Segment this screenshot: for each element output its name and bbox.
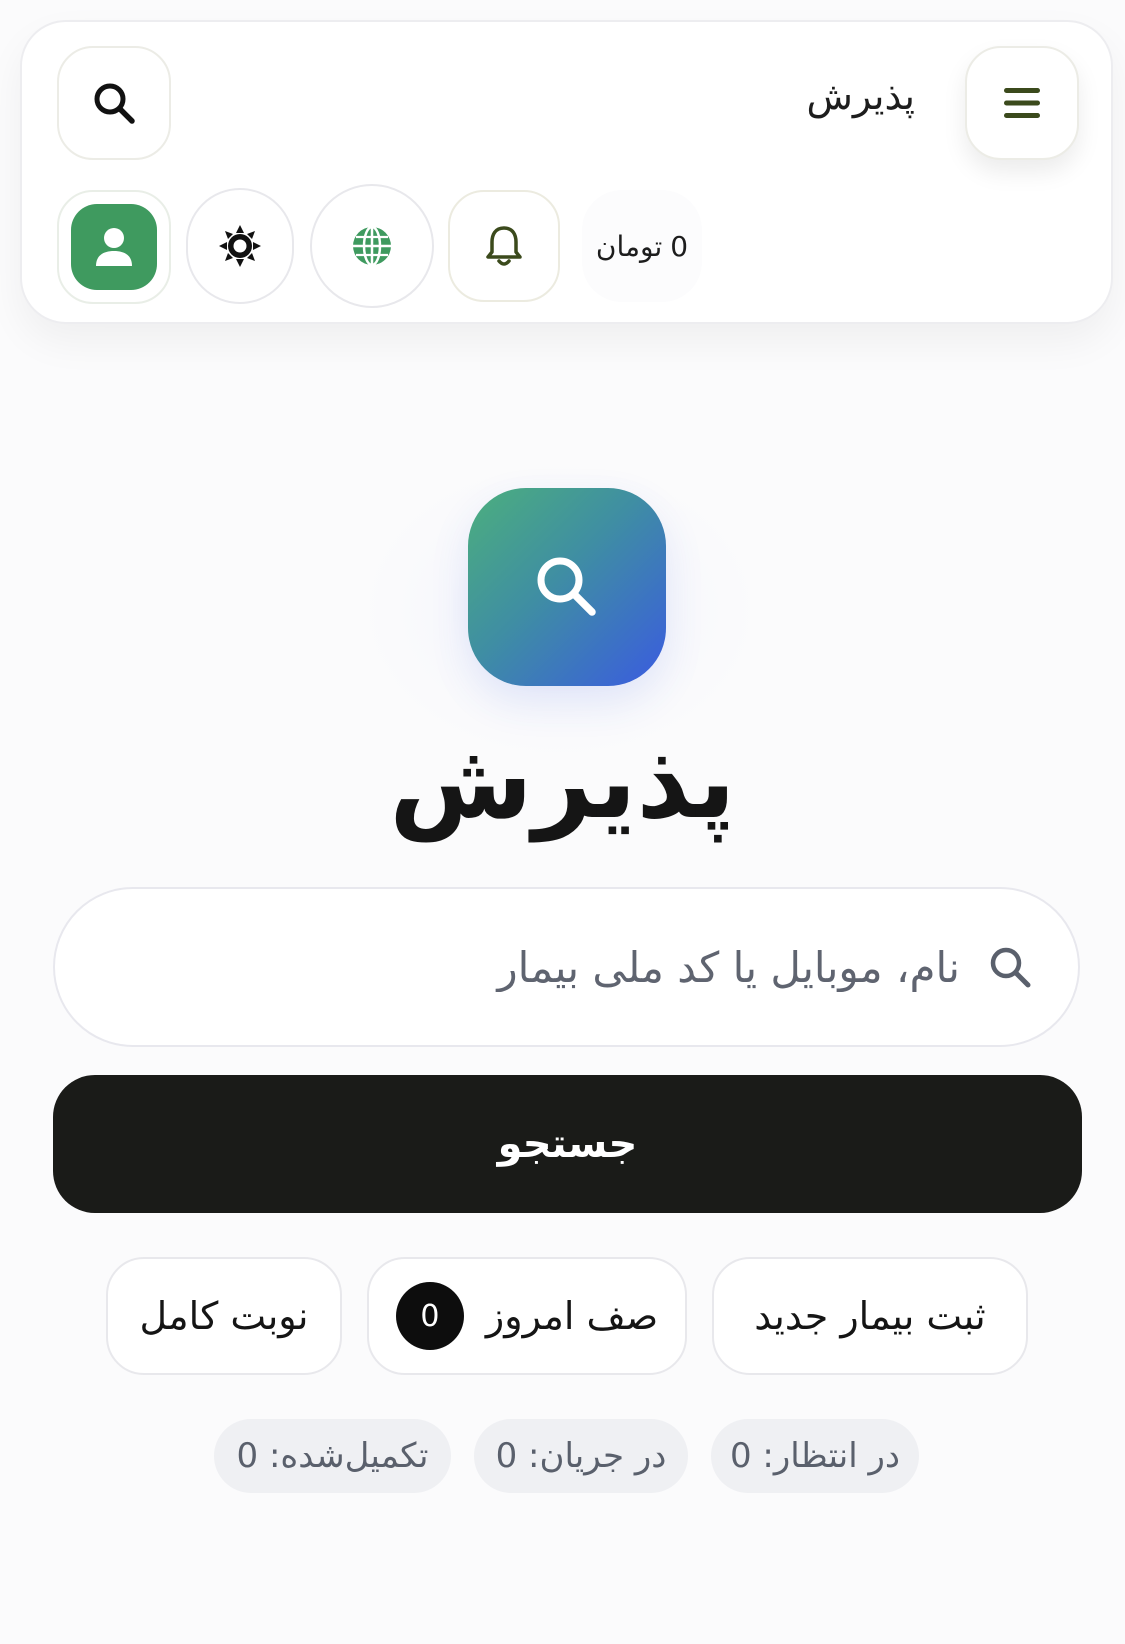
theme-toggle-button[interactable] bbox=[186, 188, 294, 304]
patient-search-input[interactable] bbox=[55, 942, 960, 992]
menu-button[interactable] bbox=[965, 46, 1079, 160]
hamburger-icon bbox=[1004, 88, 1040, 118]
avatar bbox=[71, 204, 157, 290]
search-button[interactable]: جستجو bbox=[53, 1075, 1082, 1213]
notifications-button[interactable] bbox=[448, 190, 560, 302]
language-button[interactable] bbox=[310, 184, 434, 308]
completed-count-chip: تکمیل‌شده: 0 bbox=[214, 1419, 451, 1493]
user-icon bbox=[96, 228, 132, 266]
hero-badge bbox=[468, 488, 666, 686]
wallet-balance[interactable]: 0 تومان bbox=[582, 190, 702, 302]
header-title: پذیرش bbox=[806, 74, 915, 118]
globe-icon bbox=[353, 225, 391, 267]
balance-currency: تومان bbox=[595, 229, 663, 263]
today-queue-label: صف امروز bbox=[485, 1294, 659, 1338]
full-appointment-button[interactable]: نوبت کامل bbox=[106, 1257, 342, 1375]
reception-page: پذیرش 0 تومان پذیرش نام، موبایل یا کد مل… bbox=[0, 0, 1125, 1644]
bell-icon bbox=[486, 226, 522, 266]
full-appointment-label: نوبت کامل bbox=[139, 1294, 309, 1338]
top-bar: پذیرش 0 تومان bbox=[20, 20, 1113, 324]
profile-button[interactable] bbox=[57, 190, 171, 304]
search-icon bbox=[537, 557, 596, 616]
search-icon bbox=[94, 83, 135, 124]
sun-icon bbox=[219, 225, 261, 267]
in-progress-count-chip: در جریان: 0 bbox=[474, 1419, 688, 1493]
search-icon bbox=[982, 939, 1038, 995]
today-queue-button[interactable]: صف امروز 0 bbox=[367, 1257, 687, 1375]
header-search-button[interactable] bbox=[57, 46, 171, 160]
waiting-count-chip: در انتظار: 0 bbox=[711, 1419, 919, 1493]
patient-search-field[interactable] bbox=[53, 887, 1080, 1047]
page-title: پذیرش bbox=[389, 720, 736, 842]
balance-amount: 0 bbox=[670, 229, 689, 263]
new-patient-button[interactable]: ثبت بیمار جدید bbox=[712, 1257, 1028, 1375]
queue-count-badge: 0 bbox=[395, 1282, 464, 1350]
new-patient-label: ثبت بیمار جدید bbox=[754, 1294, 986, 1338]
